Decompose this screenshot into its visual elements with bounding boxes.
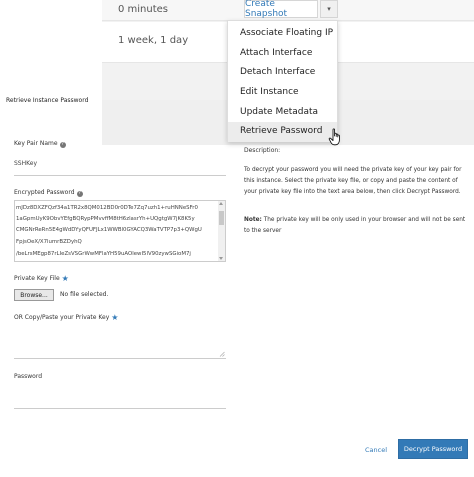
key-pair-label-text: Key Pair Name [14, 140, 58, 147]
scroll-down-arrow-icon[interactable] [219, 257, 223, 260]
menu-item-detach-interface[interactable]: Detach Interface [228, 63, 337, 83]
required-star-icon: ★ [61, 274, 69, 283]
actions-dropdown-toggle[interactable]: ▾ [320, 0, 338, 18]
description-text: To decrypt your password you will need t… [244, 167, 462, 195]
menu-item-attach-interface[interactable]: Attach Interface [228, 44, 337, 64]
paste-key-label: OR Copy/Paste your Private Key ★ [14, 313, 118, 322]
description-title: Description: [244, 147, 281, 154]
menu-item-update-metadata[interactable]: Update Metadata [228, 103, 337, 123]
encrypted-password-textarea[interactable]: mJDz8DXZFQzf34a1TR2x8QM012BD0r0DTe7Zq7uz… [14, 200, 226, 262]
encrypted-password-line: /beLrsMEgp87rLIeZsVSGrWwMFlaYH59uAOlewI5… [16, 251, 191, 257]
encrypted-password-label-text: Encrypted Password [14, 189, 75, 196]
note-text: The private key will be only used in you… [244, 217, 466, 234]
encrypted-password-line: 1aGpmUyK9ObvYEfgBQRypPMvvffM8tH6zlasrYh+… [16, 216, 195, 222]
decrypt-password-button[interactable]: Decrypt Password [398, 439, 468, 459]
password-label: Password [14, 373, 43, 380]
uptime-cell: 1 week, 1 day [118, 35, 189, 46]
key-pair-field[interactable]: SSHKey [14, 160, 37, 167]
modal-title: Retrieve Instance Password [6, 97, 89, 104]
menu-item-edit-instance[interactable]: Edit Instance [228, 83, 337, 103]
chevron-down-icon: ▾ [327, 5, 331, 13]
menu-item-retrieve-password[interactable]: Retrieve Password [228, 122, 337, 143]
browse-button[interactable]: Browse... [14, 289, 54, 301]
help-icon[interactable]: ? [59, 142, 66, 148]
resize-grip-icon[interactable] [219, 351, 225, 357]
create-snapshot-button[interactable]: Create Snapshot [244, 0, 318, 19]
instance-actions-menu: Associate Floating IP Attach Interface D… [227, 20, 338, 143]
key-pair-underline [14, 175, 226, 176]
key-pair-label: Key Pair Name? [14, 140, 66, 148]
file-status-text: No file selected. [60, 291, 109, 298]
menu-item-associate-floating-ip[interactable]: Associate Floating IP [228, 24, 337, 44]
encrypted-password-line: mJDz8DXZFQzf34a1TR2x8QM012BD0r0DTe7Zq7uz… [16, 205, 198, 211]
required-star-icon: ★ [111, 313, 119, 322]
help-icon[interactable]: ? [76, 191, 83, 197]
description-note: Note: The private key will be only used … [244, 215, 469, 237]
password-field[interactable] [14, 408, 226, 409]
note-label: Note: [244, 217, 262, 223]
uptime-cell: 0 minutes [118, 4, 169, 15]
encrypted-password-line: FpjsOeX/X7lumrBZDyhQ [16, 239, 82, 245]
scroll-up-arrow-icon[interactable] [219, 202, 223, 205]
vertical-scrollbar[interactable] [218, 201, 225, 261]
private-key-textarea[interactable] [14, 323, 226, 359]
private-key-file-label-text: Private Key File [14, 275, 60, 282]
paste-key-label-text: OR Copy/Paste your Private Key [14, 314, 110, 321]
encrypted-password-label: Encrypted Password? [14, 189, 83, 197]
cancel-button[interactable]: Cancel [365, 446, 387, 454]
scrollbar-thumb[interactable] [219, 211, 224, 225]
private-key-file-label: Private Key File ★ [14, 274, 69, 283]
hand-pointer-icon [328, 128, 340, 146]
encrypted-password-line: CMGNrReRn5E4gWdDYyQFUFJLx1WWBl0GYACQ3WaT… [16, 227, 202, 233]
